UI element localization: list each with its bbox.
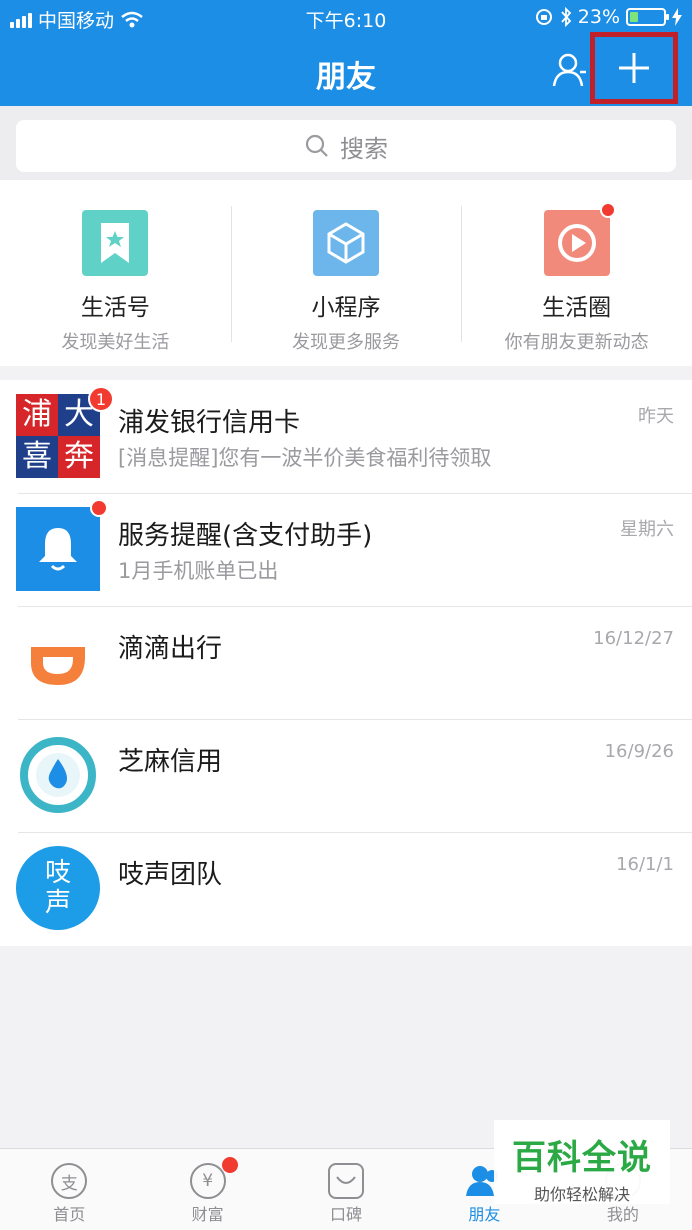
sesame-credit-icon [16,733,100,817]
search-area: 搜索 [0,106,692,180]
conversation-name: 滴滴出行 [118,634,223,664]
conversation-message: [消息提醒]您有一波半价美食福利待领取 [118,446,492,470]
play-circle-icon [543,202,616,276]
wealth-icon: ¥ [189,1163,226,1199]
conversation-time: 16/1/1 [616,854,674,875]
conversation-name: 服务提醒(含支付助手) [118,521,373,551]
unread-badge: 1 [88,386,114,412]
conversation-time: 16/12/27 [593,628,674,649]
bookmark-star-icon [82,210,149,276]
tab-label: 首页 [53,1205,86,1224]
didi-logo-icon [16,620,100,704]
watermark-subtitle: 助你轻松解决 [533,1185,630,1204]
feature-mini-program[interactable]: 小程序 发现更多服务 [230,180,462,366]
notification-dot [599,202,616,218]
tab-wealth[interactable]: ¥ 财富 [138,1149,276,1230]
feature-title: 生活圈 [542,295,612,321]
search-input[interactable]: 搜索 [16,120,676,172]
battery-percent: 23% [577,6,620,28]
cube-icon [313,210,379,276]
koubei-icon [328,1163,365,1199]
avatar: 吱声 [16,846,100,930]
avatar: 浦 大 喜 奔 [16,394,100,478]
notification-dot [90,499,108,517]
notification-dot [222,1157,239,1173]
battery-icon [626,8,669,26]
feature-title: 小程序 [311,295,381,321]
conversation-row[interactable]: 滴滴出行 16/12/27 [0,606,692,719]
bell-icon [16,507,100,591]
tab-koubei[interactable]: 口碑 [277,1149,415,1230]
conversation-row[interactable]: 芝麻信用 16/9/26 [0,719,692,832]
feature-row: 生活号 发现美好生活 小程序 发现更多服务 生活圈 你有朋友更新动态 [0,180,692,366]
home-icon: 支 [51,1163,88,1199]
plus-icon [619,53,649,83]
feature-subtitle: 发现更多服务 [292,332,400,353]
conversation-time: 16/9/26 [604,741,674,762]
top-bar: 中国移动 下午6:10 23% 朋友 [0,0,692,106]
contacts-icon[interactable] [552,52,592,88]
feature-title: 生活号 [80,295,150,321]
watermark: 百科全说 助你轻松解决 [494,1120,670,1204]
search-placeholder: 搜索 [340,134,388,163]
status-bar: 中国移动 下午6:10 23% [0,0,692,34]
conversation-time: 星期六 [620,519,674,540]
conversation-row[interactable]: 服务提醒(含支付助手) 1月手机账单已出 星期六 [0,493,692,606]
conversation-row[interactable]: 吱声 吱声团队 16/1/1 [0,832,692,945]
charging-icon [672,8,682,26]
conversation-list: 浦 大 喜 奔 1 浦发银行信用卡 [消息提醒]您有一波半价美食福利待领取 昨天… [0,380,692,946]
tab-home[interactable]: 支 首页 [0,1149,138,1230]
conversation-time: 昨天 [638,406,674,427]
feature-life-circle[interactable]: 生活圈 你有朋友更新动态 [461,180,692,366]
conversation-name: 芝麻信用 [118,747,223,777]
avatar-text: 吱声 [44,858,71,918]
conversation-name: 浦发银行信用卡 [118,408,301,438]
conversation-name: 吱声团队 [118,860,223,890]
conversation-row[interactable]: 浦 大 喜 奔 1 浦发银行信用卡 [消息提醒]您有一波半价美食福利待领取 昨天 [0,380,692,493]
watermark-title: 百科全说 [512,1138,652,1178]
tab-label: 口碑 [330,1205,363,1224]
feature-subtitle: 你有朋友更新动态 [504,332,649,353]
search-icon [305,134,328,157]
tab-label: 财富 [191,1205,224,1224]
feature-life-account[interactable]: 生活号 发现美好生活 [0,180,231,366]
add-button[interactable] [590,32,678,104]
conversation-message: 1月手机账单已出 [118,559,279,583]
feature-subtitle: 发现美好生活 [61,332,170,353]
bluetooth-icon [561,7,572,27]
rotation-lock-icon [535,9,552,25]
